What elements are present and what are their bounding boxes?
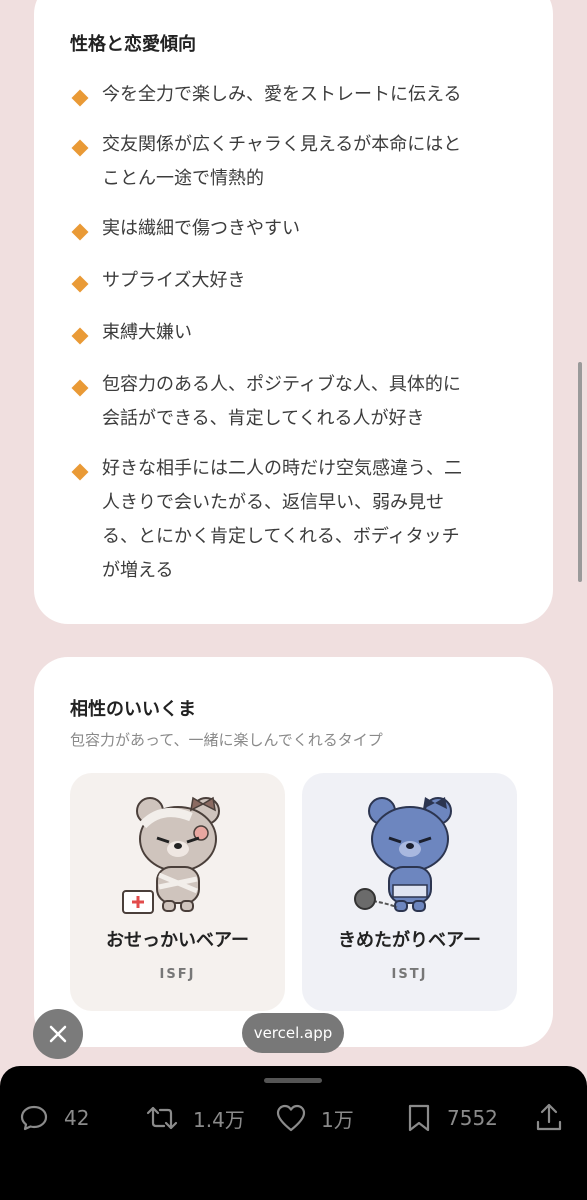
close-icon (49, 1025, 67, 1043)
scrollbar[interactable] (578, 362, 582, 582)
diamond-bullet-icon (71, 463, 89, 481)
bear-name: きめたがりベアー (338, 930, 481, 951)
trait-item: 実は繊細で傷つきやすい (70, 212, 520, 246)
diamond-bullet-icon (71, 379, 89, 397)
diamond-bullet-icon (71, 139, 89, 157)
heart-icon (276, 1104, 306, 1132)
trait-item: 今を全力で楽しみ、愛をストレートに伝える (70, 78, 520, 112)
bear-card-isfj[interactable]: おせっかいベアー ISFJ (70, 773, 285, 1011)
bear-type: ISTJ (391, 967, 428, 982)
beige-bear-icon (122, 796, 220, 914)
drag-handle[interactable] (264, 1078, 322, 1083)
blue-bear-icon (354, 797, 452, 912)
diamond-bullet-icon (71, 275, 89, 293)
share-button[interactable] (534, 1096, 564, 1140)
reply-count: 42 (64, 1106, 90, 1130)
share-icon (536, 1103, 562, 1131)
bookmark-icon (408, 1104, 430, 1132)
retweet-button[interactable]: 1.4万 (145, 1096, 245, 1140)
traits-title: 性格と恋愛傾向 (70, 34, 196, 55)
action-bar: 42 1.4万 1万 7552 (0, 1066, 587, 1200)
like-button[interactable]: 1万 (275, 1096, 354, 1140)
retweet-count: 1.4万 (193, 1107, 245, 1132)
traits-card: 性格と恋愛傾向 今を全力で楽しみ、愛をストレートに伝える 交友関係が広くチャラく… (34, 0, 553, 624)
like-count: 1万 (321, 1107, 354, 1132)
bear-card-istj[interactable]: きめたがりベアー ISTJ (302, 773, 517, 1011)
diamond-bullet-icon (71, 223, 89, 241)
reply-icon (20, 1105, 48, 1131)
diamond-bullet-icon (71, 89, 89, 107)
trait-item: サプライズ大好き (70, 264, 520, 298)
trait-item: 包容力のある人、ポジティブな人、具体的に 会話ができる、肯定してくれる人が好き (70, 368, 520, 436)
compatibility-card: 相性のいいくま 包容力があって、一緒に楽しんでくれるタイプ おせっかいベアー I… (34, 657, 553, 1047)
bookmark-button[interactable]: 7552 (405, 1096, 498, 1140)
trait-item: 好きな相手には二人の時だけ空気感違う、二 人きりで会いたがる、返信早い、弱み見せ… (70, 452, 520, 588)
retweet-icon (146, 1106, 178, 1130)
trait-item: 束縛大嫌い (70, 316, 520, 350)
bookmark-count: 7552 (447, 1106, 498, 1130)
diamond-bullet-icon (71, 327, 89, 345)
compatibility-subtitle: 包容力があって、一緒に楽しんでくれるタイプ (70, 731, 383, 749)
reply-button[interactable]: 42 (18, 1096, 89, 1140)
trait-item: 交友関係が広くチャラく見えるが本命にはと ことん一途で情熱的 (70, 128, 520, 196)
trait-list: 今を全力で楽しみ、愛をストレートに伝える 交友関係が広くチャラく見えるが本命には… (70, 78, 520, 588)
close-button[interactable] (33, 1009, 83, 1059)
bear-name: おせっかいベアー (106, 930, 249, 951)
compatibility-title: 相性のいいくま (70, 699, 196, 720)
bear-type: ISFJ (159, 967, 196, 982)
domain-pill[interactable]: vercel.app (242, 1013, 344, 1053)
